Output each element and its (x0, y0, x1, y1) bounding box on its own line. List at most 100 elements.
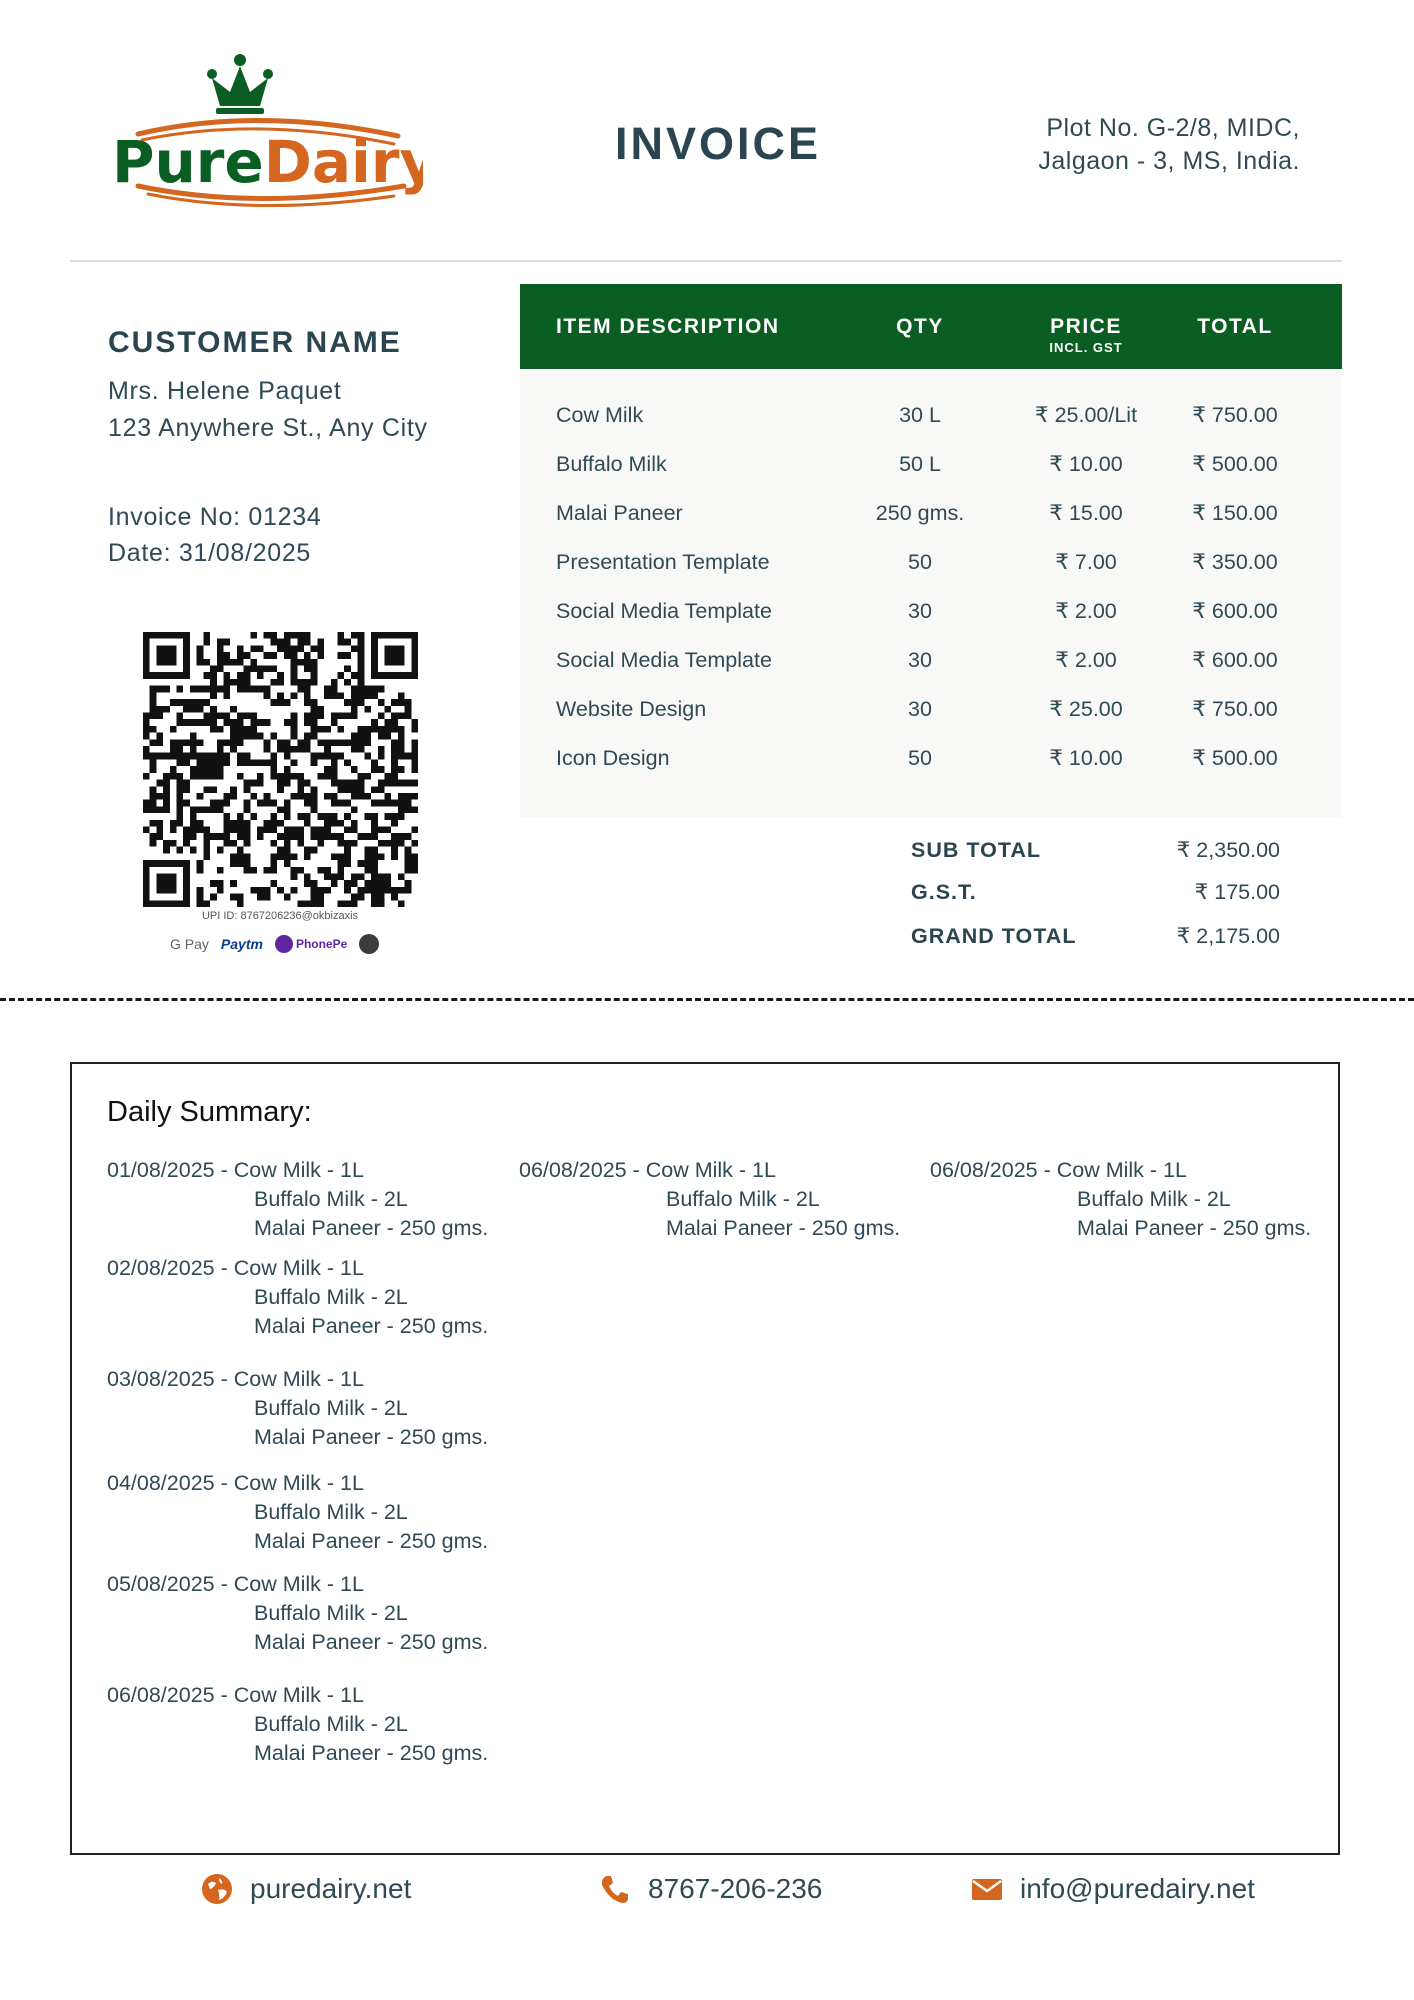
cell-price: ₹ 2.00 (1055, 599, 1117, 623)
cell-price: ₹ 15.00 (1049, 501, 1123, 525)
entry-line: Malai Paneer - 250 gms. (254, 1314, 489, 1338)
cell-description: Website Design (556, 697, 707, 721)
cell-price: ₹ 25.00/Lit (1034, 403, 1138, 427)
cell-total: ₹ 500.00 (1192, 746, 1278, 770)
phonepe-icon (274, 935, 293, 953)
email-text[interactable]: info@puredairy.net (1020, 1873, 1255, 1905)
cell-qty: 50 L (899, 452, 941, 476)
payment-apps: G Pay Paytm PhonePe (170, 932, 400, 956)
entry-line: Buffalo Milk - 2L (1077, 1187, 1231, 1211)
entry-line: 04/08/2025 - Cow Milk - 1L (107, 1471, 364, 1495)
puredairy-logo-icon: PureDairy (112, 54, 423, 207)
col-header-price: PRICE (1050, 315, 1122, 338)
grand-total-value: ₹ 2,175.00 (1176, 924, 1280, 948)
entry-line: 06/08/2025 - Cow Milk - 1L (930, 1158, 1187, 1182)
cell-total: ₹ 500.00 (1192, 452, 1278, 476)
cell-total: ₹ 750.00 (1192, 403, 1278, 427)
brand-logo: PureDairy (108, 36, 423, 211)
col-header-qty: QTY (896, 315, 944, 338)
cell-total: ₹ 150.00 (1192, 501, 1278, 525)
paytm-logo: Paytm (220, 936, 263, 952)
footer-email[interactable]: info@puredairy.net (970, 1872, 1255, 1906)
cell-qty: 50 (908, 550, 932, 574)
cell-qty: 30 (908, 697, 932, 721)
cell-description: Social Media Template (556, 648, 772, 672)
entry-line: 06/08/2025 - Cow Milk - 1L (107, 1683, 364, 1707)
entry-line: Buffalo Milk - 2L (254, 1712, 408, 1736)
subtotal-value: ₹ 2,350.00 (1176, 838, 1280, 862)
table-row: Malai Paneer 250 gms. ₹ 15.00 ₹ 150.00 (0, 501, 1414, 531)
col-header-description: ITEM DESCRIPTION (556, 315, 780, 338)
pay-app-icon (359, 934, 380, 954)
cell-description: Presentation Template (556, 550, 770, 574)
globe-icon (202, 1874, 232, 1904)
subtotal-label: SUB TOTAL (911, 838, 1042, 862)
cell-description: Social Media Template (556, 599, 772, 623)
summary-entry: 05/08/2025 - Cow Milk - 1L Buffalo Milk … (107, 1570, 488, 1657)
customer-name: Mrs. Helene Paquet (108, 377, 342, 405)
footer-website[interactable]: puredairy.net (200, 1872, 411, 1906)
cell-price: ₹ 25.00 (1049, 697, 1123, 721)
summary-entry: 06/08/2025 - Cow Milk - 1L Buffalo Milk … (930, 1156, 1311, 1243)
entry-line: Malai Paneer - 250 gms. (254, 1425, 489, 1449)
entry-line: 03/08/2025 - Cow Milk - 1L (107, 1367, 364, 1391)
phonepe-logo: PhonePe (274, 935, 347, 953)
cell-total: ₹ 600.00 (1192, 599, 1278, 623)
table-row: Website Design 30 ₹ 25.00 ₹ 750.00 (0, 697, 1414, 727)
logo-wordmark: PureDairy (112, 128, 423, 196)
cell-price: ₹ 2.00 (1055, 648, 1117, 672)
cell-total: ₹ 750.00 (1192, 697, 1278, 721)
cell-total: ₹ 350.00 (1192, 550, 1278, 574)
entry-line: Buffalo Milk - 2L (666, 1187, 820, 1211)
address-line-1: Plot No. G-2/8, MIDC, (1046, 114, 1300, 142)
grand-total-label: GRAND TOTAL (911, 924, 1077, 948)
entry-line: 02/08/2025 - Cow Milk - 1L (107, 1256, 364, 1280)
phone-text[interactable]: 8767-206-236 (648, 1873, 822, 1905)
entry-line: Buffalo Milk - 2L (254, 1500, 408, 1524)
footer-phone[interactable]: 8767-206-236 (598, 1872, 822, 1906)
cell-description: Icon Design (556, 746, 670, 770)
entry-line: Malai Paneer - 250 gms. (666, 1216, 901, 1240)
entry-line: Malai Paneer - 250 gms. (254, 1216, 489, 1240)
table-row: Cow Milk 30 L ₹ 25.00/Lit ₹ 750.00 (0, 403, 1414, 433)
summary-entry: 06/08/2025 - Cow Milk - 1L Buffalo Milk … (107, 1681, 488, 1768)
summary-entry: 01/08/2025 - Cow Milk - 1L Buffalo Milk … (107, 1156, 488, 1243)
cell-price: ₹ 7.00 (1055, 550, 1117, 574)
entry-line: 05/08/2025 - Cow Milk - 1L (107, 1572, 364, 1596)
cell-price: ₹ 10.00 (1049, 746, 1123, 770)
upi-id: UPI ID: 8767206236@okbizaxis (201, 910, 359, 922)
entry-line: Malai Paneer - 250 gms. (254, 1529, 489, 1553)
summary-entry: 03/08/2025 - Cow Milk - 1L Buffalo Milk … (107, 1365, 488, 1452)
entry-line: Malai Paneer - 250 gms. (254, 1741, 489, 1765)
gpay-logo: G Pay (170, 936, 209, 952)
entry-line: Buffalo Milk - 2L (254, 1285, 408, 1309)
website-text[interactable]: puredairy.net (250, 1873, 411, 1905)
entry-line: 01/08/2025 - Cow Milk - 1L (107, 1158, 364, 1182)
phone-icon (601, 1876, 628, 1903)
summary-entry: 04/08/2025 - Cow Milk - 1L Buffalo Milk … (107, 1469, 488, 1556)
cell-qty: 50 (908, 746, 932, 770)
cell-description: Cow Milk (556, 403, 644, 427)
cell-total: ₹ 600.00 (1192, 648, 1278, 672)
summary-entry: 06/08/2025 - Cow Milk - 1L Buffalo Milk … (519, 1156, 900, 1243)
entry-line: Buffalo Milk - 2L (254, 1396, 408, 1420)
header-divider (70, 260, 1342, 262)
table-row: Social Media Template 30 ₹ 2.00 ₹ 600.00 (0, 599, 1414, 629)
cell-qty: 30 (908, 599, 932, 623)
table-row: Buffalo Milk 50 L ₹ 10.00 ₹ 500.00 (0, 452, 1414, 482)
cell-price: ₹ 10.00 (1049, 452, 1123, 476)
summary-title: Daily Summary: (107, 1096, 312, 1128)
gst-label: G.S.T. (911, 880, 977, 904)
summary-entry: 02/08/2025 - Cow Milk - 1L Buffalo Milk … (107, 1254, 488, 1341)
cell-qty: 30 L (899, 403, 941, 427)
entry-line: Buffalo Milk - 2L (254, 1601, 408, 1625)
cell-description: Buffalo Milk (556, 452, 667, 476)
mail-icon (972, 1879, 1002, 1900)
address-line-2: Jalgaon - 3, MS, India. (1038, 147, 1300, 175)
entry-line: Malai Paneer - 250 gms. (254, 1630, 489, 1654)
cell-qty: 30 (908, 648, 932, 672)
cell-description: Malai Paneer (556, 501, 683, 525)
entry-line: Malai Paneer - 250 gms. (1077, 1216, 1312, 1240)
entry-line: Buffalo Milk - 2L (254, 1187, 408, 1211)
customer-label: CUSTOMER NAME (108, 326, 402, 359)
